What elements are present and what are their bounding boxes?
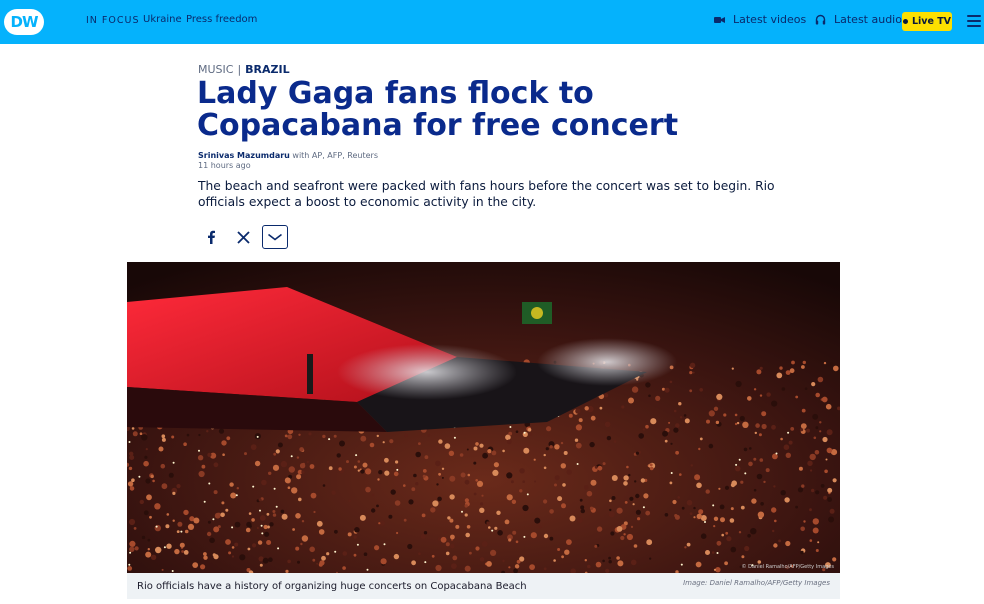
nav-item-press-freedom[interactable]: Press freedom [186, 14, 257, 25]
latest-audio-label: Latest audio [834, 13, 902, 26]
live-tv-label: Live TV [911, 16, 952, 27]
facebook-icon [208, 230, 215, 244]
agencies: with AP, AFP, Reuters [292, 151, 378, 160]
image-caption-bar: Rio officials have a history of organizi… [127, 573, 840, 599]
dw-logo[interactable]: DW [4, 9, 44, 35]
share-facebook-button[interactable] [198, 225, 224, 249]
latest-videos-link[interactable]: Latest videos [714, 13, 806, 26]
site-header: DW IN FOCUS Ukraine Press freedom Latest… [0, 0, 984, 44]
image-credit: Image: Daniel Ramalho/AFP/Getty Images [683, 579, 830, 587]
article-teaser: The beach and seafront were packed with … [198, 179, 775, 209]
x-icon [236, 230, 250, 244]
headphones-icon [815, 14, 826, 25]
publish-time: 11 hours ago [198, 161, 251, 170]
latest-audio-link[interactable]: Latest audio [815, 13, 902, 26]
hamburger-menu-icon[interactable] [967, 15, 981, 27]
image-overlay-credit: © Daniel Ramalho/AFP/Getty Images [741, 564, 834, 570]
author-link[interactable]: Srinivas Mazumdaru [198, 151, 290, 160]
video-camera-icon [714, 14, 725, 25]
share-more-button[interactable] [262, 225, 288, 249]
logo-text: DW [10, 13, 39, 31]
live-dot-icon [902, 19, 908, 24]
latest-videos-label: Latest videos [733, 13, 807, 26]
nav-in-focus[interactable]: IN FOCUS [86, 15, 140, 26]
article-kicker: MUSIC | BRAZIL [198, 63, 290, 76]
byline: Srinivas Mazumdaru with AP, AFP, Reuters [198, 151, 378, 160]
image-caption: Rio officials have a history of organizi… [137, 581, 527, 592]
chevron-down-icon [268, 233, 282, 241]
live-tv-button[interactable]: Live TV [902, 12, 952, 31]
section-link[interactable]: MUSIC [198, 63, 233, 76]
concert-photo [127, 262, 840, 573]
article-title: Lady Gaga fans flock to Copacabana for f… [197, 76, 679, 143]
article-hero-image[interactable]: © Daniel Ramalho/AFP/Getty Images [127, 262, 840, 573]
subsection-link[interactable]: BRAZIL [245, 63, 289, 76]
share-x-button[interactable] [230, 225, 256, 249]
nav-item-ukraine[interactable]: Ukraine [143, 14, 182, 25]
